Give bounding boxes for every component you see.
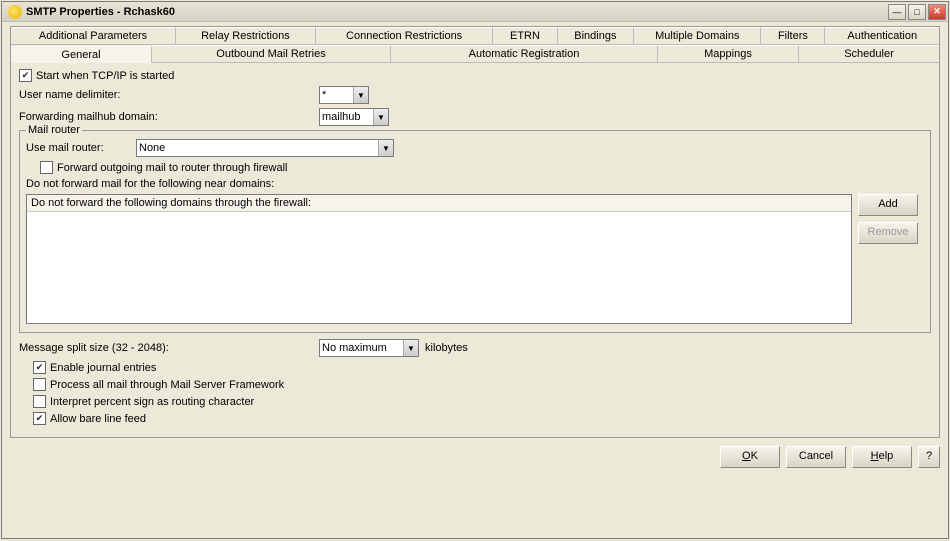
chevron-down-icon: ▼ — [403, 340, 418, 356]
general-pane: ✔ Start when TCP/IP is started User name… — [11, 63, 939, 437]
process-msf-label: Process all mail through Mail Server Fra… — [50, 379, 284, 391]
allow-bare-lf-checkbox[interactable]: ✔ — [33, 412, 46, 425]
user-name-delimiter-label: User name delimiter: — [19, 89, 319, 101]
window-title: SMTP Properties - Rchask60 — [26, 6, 888, 18]
tab-relay-restrictions[interactable]: Relay Restrictions — [176, 27, 316, 44]
cancel-button[interactable]: Cancel — [786, 446, 846, 468]
near-domains-list[interactable]: Do not forward the following domains thr… — [26, 194, 852, 324]
remove-button: Remove — [858, 222, 918, 244]
forwarding-mailhub-domain-select[interactable]: mailhub ▼ — [319, 108, 389, 126]
message-split-unit: kilobytes — [425, 342, 468, 354]
titlebar: SMTP Properties - Rchask60 — □ ✕ — [2, 2, 948, 22]
tab-filters[interactable]: Filters — [761, 27, 825, 44]
use-mail-router-value: None — [139, 142, 165, 154]
use-mail-router-select[interactable]: None ▼ — [136, 139, 394, 157]
content: Additional Parameters Relay Restrictions… — [2, 22, 948, 472]
help-button[interactable]: Help — [852, 446, 912, 468]
maximize-button[interactable]: □ — [908, 4, 926, 20]
interpret-percent-checkbox[interactable] — [33, 395, 46, 408]
tab-general[interactable]: General — [11, 46, 152, 63]
add-button[interactable]: Add — [858, 194, 918, 216]
tab-automatic-registration[interactable]: Automatic Registration — [391, 45, 658, 62]
ok-button[interactable]: OK — [720, 446, 780, 468]
start-tcpip-checkbox[interactable]: ✔ — [19, 69, 32, 82]
chevron-down-icon: ▼ — [353, 87, 368, 103]
help-rest: elp — [879, 450, 894, 462]
app-icon — [8, 5, 22, 19]
tab-multiple-domains[interactable]: Multiple Domains — [634, 27, 761, 44]
chevron-down-icon: ▼ — [378, 140, 393, 156]
process-msf-checkbox[interactable] — [33, 378, 46, 391]
forwarding-mailhub-domain-label: Forwarding mailhub domain: — [19, 111, 319, 123]
use-mail-router-label: Use mail router: — [26, 142, 136, 154]
message-split-value: No maximum — [322, 342, 387, 354]
tab-mappings[interactable]: Mappings — [658, 45, 799, 62]
tab-row-2: General Outbound Mail Retries Automatic … — [11, 45, 939, 63]
list-buttons: Add Remove — [858, 194, 918, 244]
tab-etrn[interactable]: ETRN — [493, 27, 557, 44]
mail-router-legend: Mail router — [26, 124, 82, 136]
ok-rest: K — [751, 450, 758, 462]
chevron-down-icon: ▼ — [373, 109, 388, 125]
message-split-select[interactable]: No maximum ▼ — [319, 339, 419, 357]
tab-connection-restrictions[interactable]: Connection Restrictions — [316, 27, 494, 44]
window-controls: — □ ✕ — [888, 4, 946, 20]
tab-row-1: Additional Parameters Relay Restrictions… — [11, 27, 939, 45]
start-tcpip-label: Start when TCP/IP is started — [36, 70, 174, 82]
tab-scheduler[interactable]: Scheduler — [799, 45, 939, 62]
allow-bare-lf-label: Allow bare line feed — [50, 413, 146, 425]
forward-outgoing-checkbox[interactable] — [40, 161, 53, 174]
enable-journal-label: Enable journal entries — [50, 362, 156, 374]
user-name-delimiter-select[interactable]: * ▼ — [319, 86, 369, 104]
tab-additional-parameters[interactable]: Additional Parameters — [11, 27, 176, 44]
near-domains-header: Do not forward the following domains thr… — [27, 195, 851, 212]
near-domains-label: Do not forward mail for the following ne… — [26, 178, 274, 190]
tab-bindings[interactable]: Bindings — [558, 27, 635, 44]
message-split-label: Message split size (32 - 2048): — [19, 342, 319, 354]
forwarding-mailhub-domain-value: mailhub — [322, 111, 361, 123]
enable-journal-checkbox[interactable]: ✔ — [33, 361, 46, 374]
user-name-delimiter-value: * — [322, 89, 326, 101]
interpret-percent-label: Interpret percent sign as routing charac… — [50, 396, 254, 408]
tab-container: Additional Parameters Relay Restrictions… — [10, 26, 940, 438]
mail-router-group: Mail router Use mail router: None ▼ Forw… — [19, 130, 931, 333]
minimize-button[interactable]: — — [888, 4, 906, 20]
window: SMTP Properties - Rchask60 — □ ✕ Additio… — [1, 1, 949, 539]
dialog-buttons: OK Cancel Help ? — [10, 446, 940, 468]
context-help-button[interactable]: ? — [918, 446, 940, 468]
tab-outbound-mail-retries[interactable]: Outbound Mail Retries — [152, 45, 391, 62]
tab-authentication[interactable]: Authentication — [825, 27, 939, 44]
close-button[interactable]: ✕ — [928, 4, 946, 20]
forward-outgoing-label: Forward outgoing mail to router through … — [57, 162, 288, 174]
